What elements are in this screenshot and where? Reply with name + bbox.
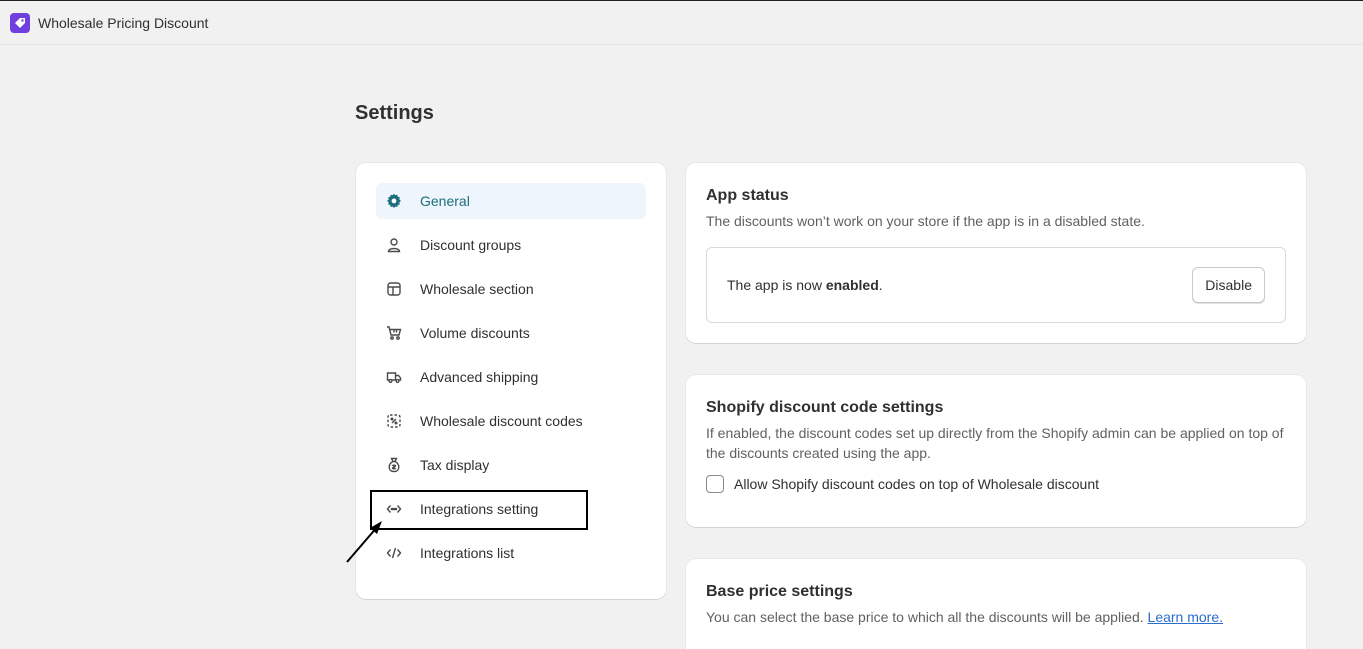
card-description: The discounts won’t work on your store i… bbox=[706, 213, 1145, 229]
discount-code-icon bbox=[385, 412, 403, 430]
nav-label: Volume discounts bbox=[420, 325, 530, 341]
nav-item-volume-discounts[interactable]: Volume discounts bbox=[376, 315, 646, 351]
card-description: You can select the base price to which a… bbox=[706, 607, 1286, 627]
app-logo-icon bbox=[10, 12, 30, 33]
nav-label: Integrations list bbox=[420, 545, 515, 561]
nav-item-integrations-list[interactable]: Integrations list bbox=[376, 535, 646, 571]
app-title: Wholesale Pricing Discount bbox=[38, 14, 209, 31]
person-icon bbox=[385, 236, 403, 254]
checkbox-row[interactable]: Allow Shopify discount codes on top of W… bbox=[706, 475, 1286, 493]
nav-label: Wholesale section bbox=[420, 281, 534, 297]
nav-item-wholesale-discount-codes[interactable]: Wholesale discount codes bbox=[376, 403, 646, 439]
status-suffix: . bbox=[878, 277, 883, 293]
base-price-settings-card: Base price settings You can select the b… bbox=[686, 559, 1306, 649]
nav-label: Wholesale discount codes bbox=[420, 413, 583, 429]
card-title: App status bbox=[706, 187, 789, 204]
allow-discount-codes-checkbox[interactable] bbox=[706, 475, 724, 493]
settings-nav: General Discount groups Wholesale sectio… bbox=[356, 163, 666, 599]
disable-button[interactable]: Disable bbox=[1192, 267, 1265, 303]
base-price-description: You can select the base price to which a… bbox=[706, 609, 1148, 625]
card-description: If enabled, the discount codes set up di… bbox=[706, 425, 1284, 461]
status-text: The app is now enabled. bbox=[727, 277, 883, 293]
nav-item-general[interactable]: General bbox=[376, 183, 646, 219]
page-title: Settings bbox=[355, 102, 434, 124]
status-prefix: The app is now bbox=[727, 277, 826, 293]
learn-more-link[interactable]: Learn more. bbox=[1148, 609, 1223, 625]
discount-code-settings-card: Shopify discount code settings If enable… bbox=[686, 375, 1306, 527]
card-title: Shopify discount code settings bbox=[706, 399, 944, 416]
nav-label: General bbox=[420, 193, 470, 209]
app-status-card: App status The discounts won’t work on y… bbox=[686, 163, 1306, 343]
checkbox-label: Allow Shopify discount codes on top of W… bbox=[734, 476, 1099, 492]
nav-item-tax-display[interactable]: Tax display bbox=[376, 447, 646, 483]
nav-item-advanced-shipping[interactable]: Advanced shipping bbox=[376, 359, 646, 395]
status-value: enabled bbox=[825, 277, 879, 293]
nav-item-discount-groups[interactable]: Discount groups bbox=[376, 227, 646, 263]
nav-item-wholesale-section[interactable]: Wholesale section bbox=[376, 271, 646, 307]
nav-label: Advanced shipping bbox=[420, 369, 539, 385]
gear-icon bbox=[385, 192, 403, 210]
cart-icon bbox=[385, 324, 403, 342]
card-title: Base price settings bbox=[706, 583, 853, 600]
truck-icon bbox=[385, 368, 403, 386]
top-bar: Wholesale Pricing Discount bbox=[0, 0, 1363, 45]
status-box: The app is now enabled. Disable bbox=[706, 247, 1286, 323]
annotation-arrow-icon bbox=[346, 521, 382, 563]
nav-label: Tax display bbox=[420, 457, 490, 473]
layout-icon bbox=[385, 280, 403, 298]
annotation-highlight-box bbox=[370, 490, 588, 530]
money-bag-icon bbox=[385, 456, 403, 474]
nav-label: Discount groups bbox=[420, 237, 522, 253]
